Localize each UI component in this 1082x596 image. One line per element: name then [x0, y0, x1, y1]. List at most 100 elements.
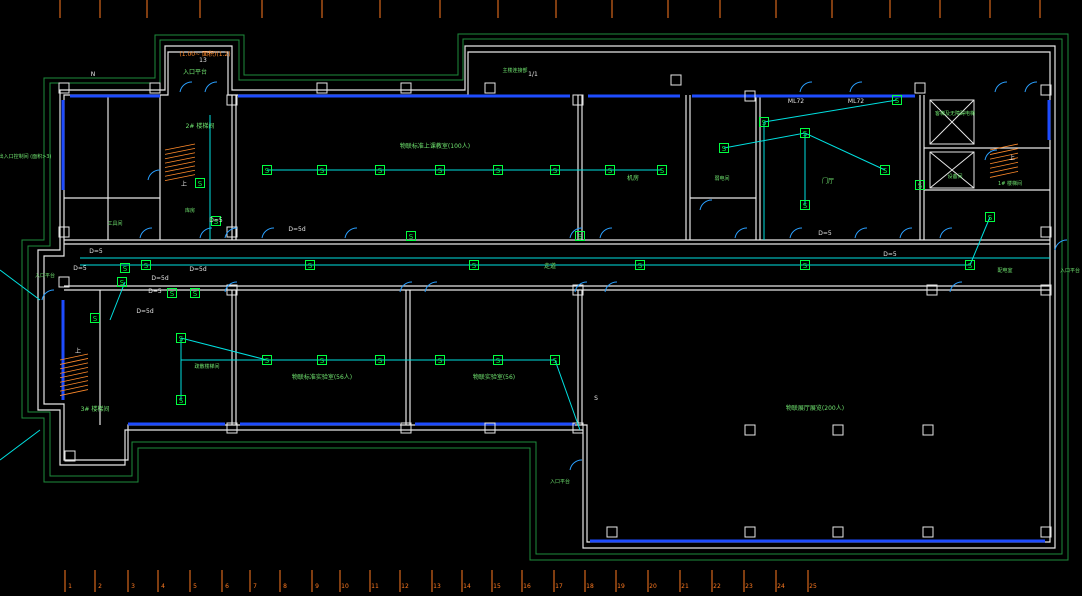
room-label: 工具间: [107, 220, 122, 227]
ruler-label: 6: [225, 583, 229, 590]
ruler-label: 10: [341, 583, 349, 590]
sensor-symbol: S: [123, 265, 128, 273]
sensor-symbol: S: [170, 290, 175, 298]
room-label: 弱电间: [714, 175, 729, 182]
tag-label: N: [91, 71, 96, 78]
ruler-label: 25: [809, 583, 817, 590]
sensor-symbol: S: [803, 130, 808, 138]
sensor-symbol: S: [660, 167, 665, 175]
ruler-label: 16: [523, 583, 531, 590]
sensor-symbol: S: [988, 214, 993, 222]
sensor-symbol: S: [803, 202, 808, 210]
room-label: 客梯及无障碍电梯: [935, 110, 975, 117]
sensor-symbol: S: [409, 233, 414, 241]
ruler-label: 18: [586, 583, 594, 590]
ruler-label: 17: [555, 583, 563, 590]
room-label: 入口平台: [183, 68, 207, 76]
sensor-symbol: S: [198, 180, 203, 188]
sensor-symbol: S: [93, 315, 98, 323]
room-label: 3# 楼梯间: [81, 405, 110, 413]
tag-label: D=5d: [136, 308, 153, 315]
room-label: 主楼连接部: [502, 67, 527, 74]
sensor-symbol: S: [265, 167, 270, 175]
sensor-symbol: S: [918, 182, 923, 190]
room-label: 入口平台: [550, 478, 570, 485]
room-label: 物联标准实验室(56人): [292, 373, 352, 381]
ruler-label: 2: [98, 583, 102, 590]
sensor-symbol: S: [472, 262, 477, 270]
room-label: 库房: [185, 207, 195, 214]
sensor-symbol: S: [179, 397, 184, 405]
ruler-label: 23: [745, 583, 753, 590]
tag-label: D=5d: [288, 226, 305, 233]
sensor-symbol: S: [378, 167, 383, 175]
sensor-symbol: S: [144, 262, 149, 270]
tag-label: D=5: [148, 288, 162, 295]
cad-floor-plan-canvas[interactable]: 1 2 3 4 5 6 7 8 9 10 11 12 13 14 15 16 17 18 19 20 21 22 23 24 2…: [0, 0, 1082, 592]
room-label: 门厅: [822, 177, 834, 185]
ruler-label: 4: [161, 583, 165, 590]
sensor-symbol: S: [553, 167, 558, 175]
tag-label: ML72: [788, 98, 804, 105]
tag-label: D=5: [883, 251, 897, 258]
room-label: 1# 楼梯间: [998, 180, 1022, 187]
tag-label: 上: [181, 180, 187, 188]
tag-label: D=5: [209, 217, 223, 224]
ruler-label: 8: [283, 583, 287, 590]
room-label: 疏散楼梯间: [194, 363, 219, 370]
sensor-symbol: S: [193, 290, 198, 298]
ruler-label: 12: [401, 583, 409, 590]
tag-label: 上: [75, 347, 81, 355]
tag-label: S: [594, 395, 598, 402]
tag-label: D=5d: [151, 275, 168, 282]
sensor-symbol: S: [120, 279, 125, 287]
tag-label: D=5: [73, 265, 87, 272]
ruler-label: 5: [193, 583, 197, 590]
sensor-symbol: S: [265, 357, 270, 365]
ruler-label: 20: [649, 583, 657, 590]
sensor-symbol: S: [895, 97, 900, 105]
ruler-label: 9: [315, 583, 319, 590]
ruler-label: 14: [463, 583, 471, 590]
tag-label: 上: [1009, 154, 1015, 162]
ruler-label: 19: [617, 583, 625, 590]
room-label: 地区出入口控制间 (面积>3): [0, 153, 51, 160]
sensor-symbol: S: [320, 167, 325, 175]
ruler-label: 15: [493, 583, 501, 590]
sensor-symbol: S: [438, 357, 443, 365]
sensor-symbol: S: [438, 167, 443, 175]
sensor-symbol: S: [803, 262, 808, 270]
room-label: 物联展厅展览(200人): [786, 404, 844, 412]
room-label: 设备间: [947, 173, 962, 180]
room-label: 物联实验室(56): [473, 373, 515, 381]
floor-plan-drawing: 1 2 3 4 5 6 7 8 9 10 11 12 13 14 15 16 17 18 19 20 21 22 23 24 2…: [0, 0, 1082, 592]
room-label: 2# 楼梯间: [186, 122, 215, 130]
ruler-label: 7: [253, 583, 257, 590]
ruler-label: 1: [68, 583, 72, 590]
sensor-symbol: S: [762, 119, 767, 127]
ruler-label: 13: [433, 583, 441, 590]
ruler-label: 22: [713, 583, 721, 590]
sensor-symbol: S: [496, 167, 501, 175]
sensor-symbol: S: [578, 233, 583, 241]
tag-label: 13: [199, 57, 207, 64]
room-label: 物联标准上课教室(100人): [400, 142, 470, 150]
sensor-symbol: S: [496, 357, 501, 365]
sensor-symbol: S: [968, 262, 973, 270]
sensor-symbol: S: [308, 262, 313, 270]
ruler-label: 11: [371, 583, 379, 590]
sensor-symbol: S: [378, 357, 383, 365]
room-label: 入口平台: [35, 272, 55, 279]
ruler-label: 21: [681, 583, 689, 590]
tag-label: ML72: [848, 98, 864, 105]
sensor-symbol: S: [638, 262, 643, 270]
room-label: 配电室: [997, 267, 1012, 274]
sensor-symbol: S: [722, 145, 727, 153]
sensor-symbol: S: [320, 357, 325, 365]
ruler-label: 24: [777, 583, 785, 590]
tag-label: 1/1: [528, 71, 538, 78]
tag-label: D=5: [89, 248, 103, 255]
room-label: 入口平台: [1060, 267, 1080, 274]
sensor-symbol: S: [883, 167, 888, 175]
sensor-symbol: S: [608, 167, 613, 175]
